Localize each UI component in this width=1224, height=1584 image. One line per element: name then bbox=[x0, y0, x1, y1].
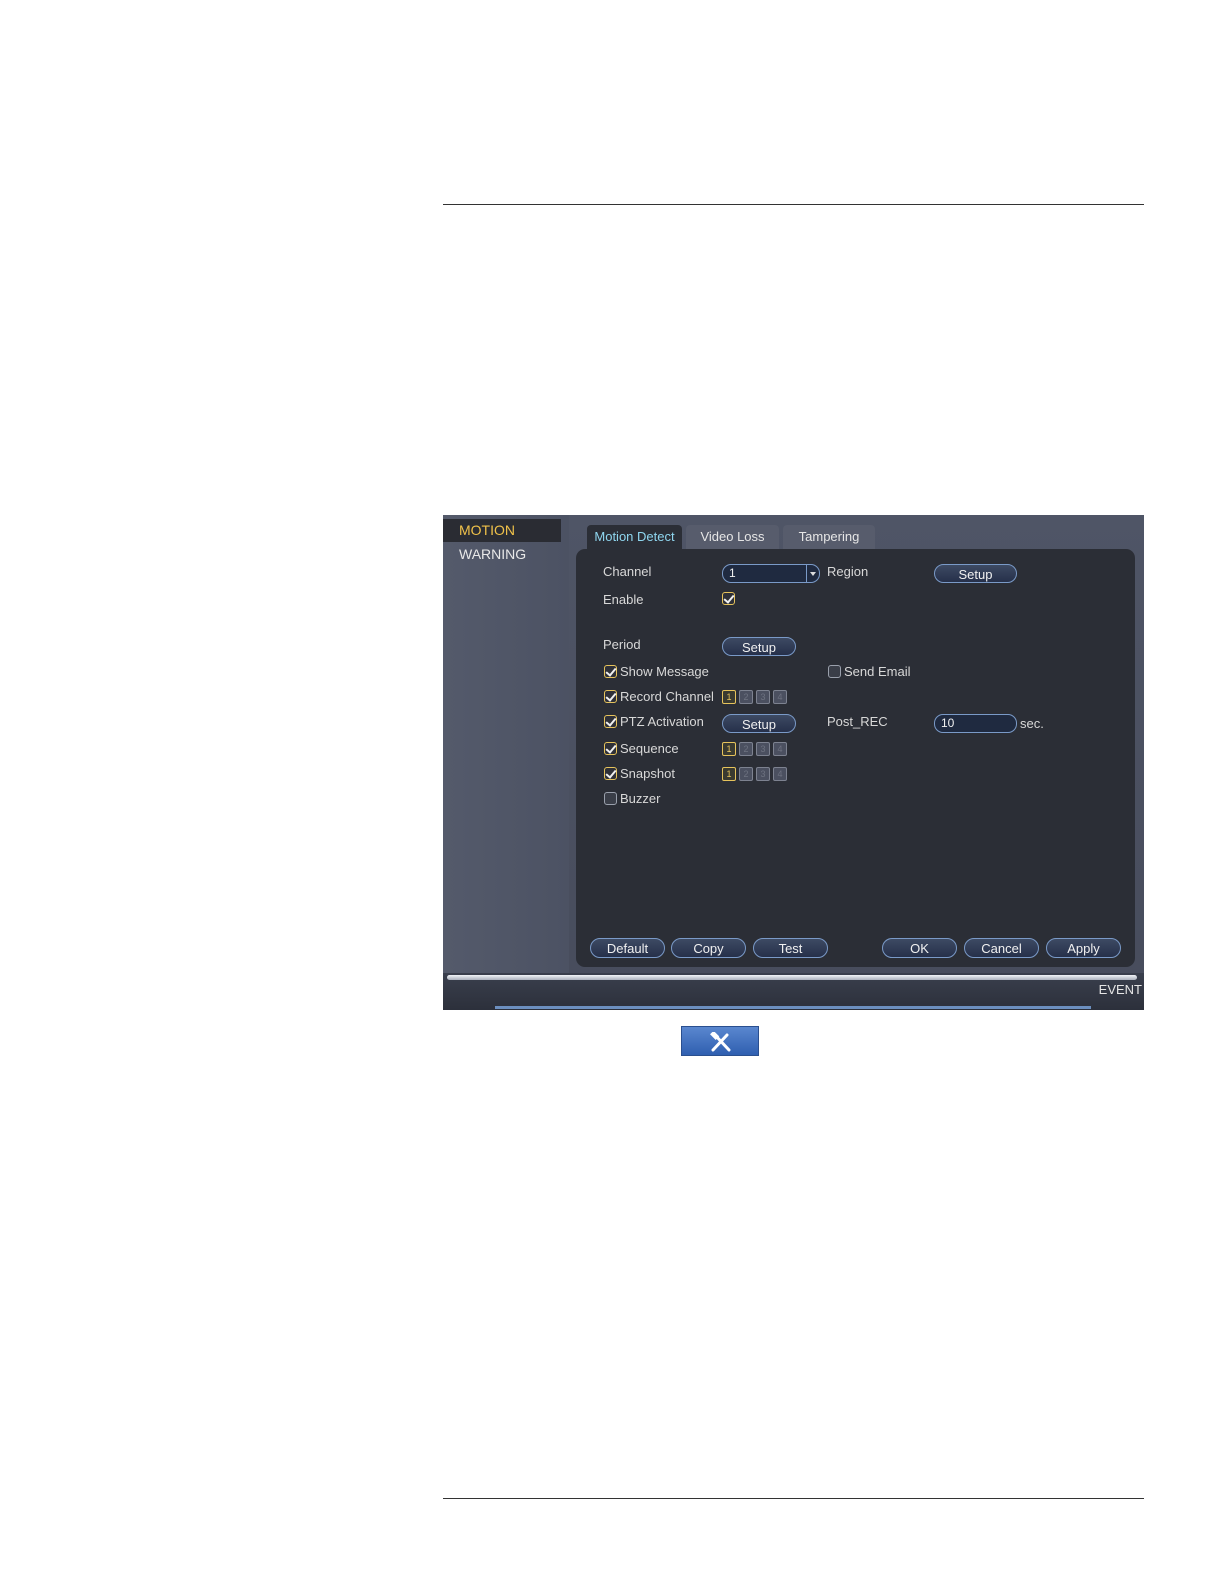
test-button[interactable]: Test bbox=[753, 938, 828, 958]
top-divider bbox=[443, 204, 1144, 205]
sequence-channel-4[interactable]: 4 bbox=[773, 742, 787, 756]
chevron-down-icon bbox=[806, 565, 819, 582]
tools-icon bbox=[710, 1032, 731, 1052]
snapshot-label: Snapshot bbox=[620, 766, 675, 781]
buzzer-label: Buzzer bbox=[620, 791, 661, 806]
send-email-checkbox[interactable] bbox=[828, 665, 841, 678]
bottom-bar-accent-line bbox=[495, 1006, 1091, 1009]
snapshot-channel-3[interactable]: 3 bbox=[756, 767, 770, 781]
enable-label: Enable bbox=[603, 592, 644, 607]
snapshot-channel-1[interactable]: 1 bbox=[722, 767, 736, 781]
post-rec-label: Post_REC bbox=[827, 714, 888, 729]
sidebar-item-motion[interactable]: MOTION bbox=[443, 519, 561, 542]
sequence-channel-2[interactable]: 2 bbox=[739, 742, 753, 756]
record-channel-checkbox[interactable] bbox=[604, 690, 617, 703]
bottom-bar-highlight bbox=[447, 975, 1137, 980]
region-label: Region bbox=[827, 564, 869, 579]
cancel-button[interactable]: Cancel bbox=[964, 938, 1039, 958]
show-message-checkbox[interactable] bbox=[604, 665, 617, 678]
record-channel-boxes: 1 2 3 4 bbox=[722, 690, 792, 704]
default-button[interactable]: Default bbox=[590, 938, 665, 958]
ptz-setup-button[interactable]: Setup bbox=[722, 714, 796, 733]
channel-dropdown[interactable]: 1 bbox=[722, 564, 820, 583]
bottom-bar: EVENT bbox=[443, 973, 1144, 1010]
sequence-label: Sequence bbox=[620, 741, 679, 756]
record-channel-3[interactable]: 3 bbox=[756, 690, 770, 704]
copy-button[interactable]: Copy bbox=[671, 938, 746, 958]
tools-button[interactable] bbox=[681, 1026, 759, 1056]
send-email-label: Send Email bbox=[844, 664, 911, 679]
ptz-activation-checkbox[interactable] bbox=[604, 715, 617, 728]
sequence-checkbox[interactable] bbox=[604, 742, 617, 755]
sidebar: MOTION WARNING bbox=[443, 515, 569, 973]
ptz-activation-label: PTZ Activation bbox=[620, 714, 704, 729]
post-rec-unit: sec. bbox=[1020, 716, 1044, 731]
event-settings-window: MOTION WARNING Motion Detect Video Loss … bbox=[443, 515, 1144, 1010]
tab-motion-detect[interactable]: Motion Detect bbox=[587, 525, 682, 549]
buzzer-checkbox[interactable] bbox=[604, 792, 617, 805]
show-message-label: Show Message bbox=[620, 664, 709, 679]
tab-video-loss[interactable]: Video Loss bbox=[686, 525, 779, 549]
motion-detect-panel: Channel 1 Region Setup Enable Period Set… bbox=[576, 549, 1135, 967]
tab-tampering[interactable]: Tampering bbox=[783, 525, 875, 549]
record-channel-1[interactable]: 1 bbox=[722, 690, 736, 704]
record-channel-2[interactable]: 2 bbox=[739, 690, 753, 704]
event-label: EVENT bbox=[1098, 982, 1142, 997]
post-rec-input[interactable]: 10 bbox=[934, 714, 1017, 733]
snapshot-channel-4[interactable]: 4 bbox=[773, 767, 787, 781]
sidebar-item-warning[interactable]: WARNING bbox=[443, 543, 561, 566]
bottom-divider bbox=[443, 1498, 1144, 1499]
snapshot-checkbox[interactable] bbox=[604, 767, 617, 780]
ok-button[interactable]: OK bbox=[882, 938, 957, 958]
channel-value: 1 bbox=[729, 566, 736, 580]
record-channel-label: Record Channel bbox=[620, 689, 714, 704]
sequence-channel-boxes: 1 2 3 4 bbox=[722, 742, 792, 756]
apply-button[interactable]: Apply bbox=[1046, 938, 1121, 958]
sequence-channel-3[interactable]: 3 bbox=[756, 742, 770, 756]
sequence-channel-1[interactable]: 1 bbox=[722, 742, 736, 756]
period-label: Period bbox=[603, 637, 641, 652]
enable-checkbox[interactable] bbox=[722, 592, 735, 605]
channel-label: Channel bbox=[603, 564, 652, 579]
region-setup-button[interactable]: Setup bbox=[934, 564, 1017, 583]
snapshot-channel-2[interactable]: 2 bbox=[739, 767, 753, 781]
record-channel-4[interactable]: 4 bbox=[773, 690, 787, 704]
snapshot-channel-boxes: 1 2 3 4 bbox=[722, 767, 792, 781]
period-setup-button[interactable]: Setup bbox=[722, 637, 796, 656]
